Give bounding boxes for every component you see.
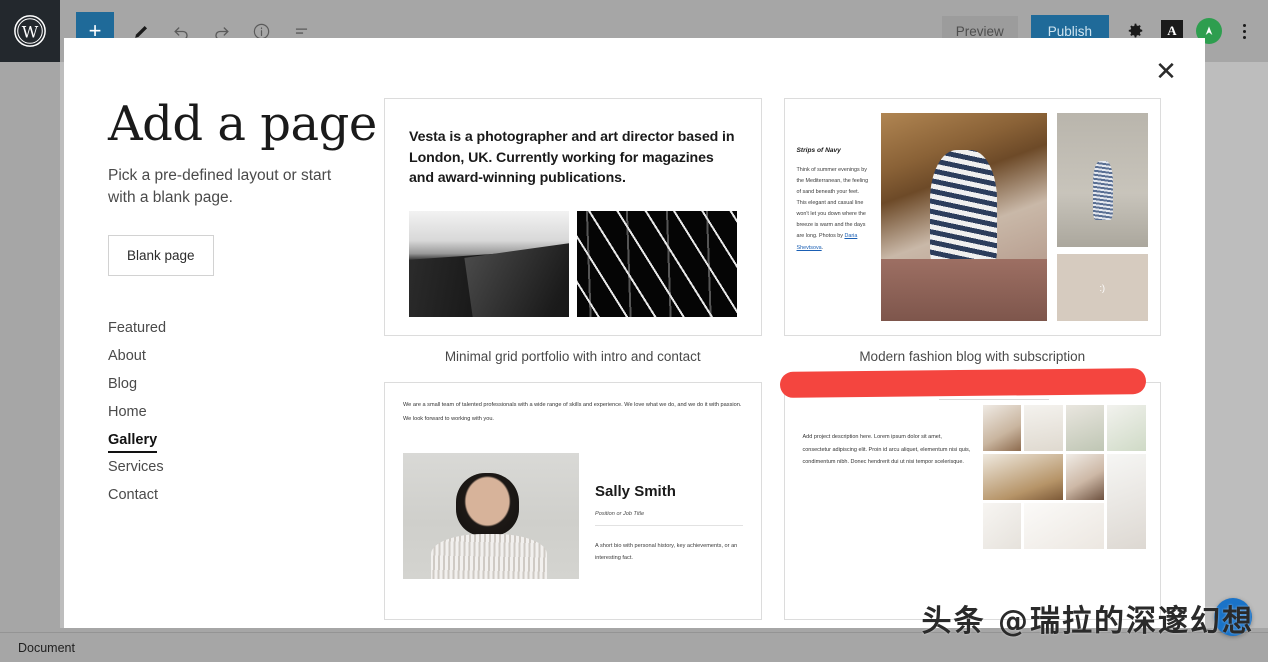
team-member-info: Sally Smith Position or Job Title A shor… [579,453,743,579]
fashion-preview: Strips of Navy Think of summer evenings … [785,99,1161,335]
grid-photo-icon [1107,405,1146,451]
template-cell: Add project description here. Lorem ipsu… [779,368,1161,628]
dune-photo-icon [409,210,569,317]
template-cell: Vesta is a photographer and art director… [384,98,762,364]
document-status-label: Document [18,640,75,655]
sidebar-item-gallery[interactable]: Gallery [108,426,158,453]
team-member-name: Sally Smith [595,482,676,500]
template-cell: Strips of Navy Think of summer evenings … [783,98,1161,364]
template-grid-column: Vesta is a photographer and art director… [384,38,1205,628]
sidebar-item-blog[interactable]: Blog [108,370,137,398]
fashion-body: Think of summer evenings by the Mediterr… [797,165,871,254]
sidebar-item-about[interactable]: About [108,342,146,370]
team-preview: We are a small team of talented professi… [385,383,761,579]
team-intro: We are a small team of talented professi… [403,402,742,422]
watermark-text: 头条 @瑞拉的深邃幻想 [921,604,1254,639]
fashion-side-photo-icon [1056,113,1148,247]
template-card-team[interactable]: We are a small team of talented professi… [384,382,762,620]
fashion-emoji-tile: :) [1056,254,1148,321]
grid-photo-icon [1065,405,1105,451]
fashion-main-photo-icon [880,113,1047,321]
project-text-column: Add project description here. Lorem ipsu… [803,405,971,549]
template-cell: We are a small team of talented professi… [384,382,762,628]
fashion-headline: Strips of Navy [796,147,841,154]
grid-photo-icon [982,503,1022,549]
add-page-modal: ✕ Add a page Pick a pre-defined layout o… [64,38,1205,628]
modal-sidebar: Add a page Pick a pre-defined layout or … [64,38,384,628]
grid-photo-icon [1065,454,1105,500]
red-annotation-stroke [779,368,1146,398]
template-caption: Modern fashion blog with subscription [859,349,1086,364]
grid-photo-icon [982,405,1022,451]
project-preview: Add project description here. Lorem ipsu… [785,383,1161,549]
close-x-icon[interactable]: ✕ [1149,54,1183,88]
divider [595,524,743,526]
grid-photo-icon [1024,503,1105,549]
fashion-side-column: :) [1056,113,1148,321]
template-card-fashion-blog[interactable]: Strips of Navy Think of summer evenings … [783,98,1161,336]
abstract-lines-photo-icon [576,210,737,317]
category-list: Featured About Blog Home Gallery Service… [108,314,384,509]
svg-text:W: W [22,23,39,42]
sidebar-item-contact[interactable]: Contact [108,481,158,509]
page-title: Add a page [108,96,377,152]
team-member-bio: A short bio with personal history, key a… [595,542,738,562]
fashion-body-text: Think of summer evenings by the Mediterr… [796,167,869,240]
category-row: Gallery [108,426,384,453]
team-member-row: Sally Smith Position or Job Title A shor… [403,452,743,579]
wordpress-logo-icon[interactable]: W [0,0,60,62]
grid-photo-icon [1107,454,1146,549]
fashion-text-column: Strips of Navy Think of summer evenings … [797,113,871,321]
kebab-menu-icon[interactable] [1235,22,1254,41]
modal-body: Add a page Pick a pre-defined layout or … [64,38,1205,628]
sidebar-item-services[interactable]: Services [108,453,164,481]
category-row: Contact [108,481,384,509]
portfolio-preview: Vesta is a photographer and art director… [385,99,761,317]
category-row: Home [108,398,384,426]
portfolio-image-row [409,210,737,317]
portfolio-headline: Vesta is a photographer and art director… [409,129,735,187]
sidebar-item-home[interactable]: Home [108,398,147,426]
category-row: Featured [108,314,384,342]
template-grid: Vesta is a photographer and art director… [384,98,1161,628]
blank-page-button[interactable]: Blank page [108,235,214,276]
modal-subtitle: Pick a pre-defined layout or start with … [108,167,332,206]
category-row: Blog [108,370,384,398]
template-caption: Minimal grid portfolio with intro and co… [444,349,701,364]
category-row: Services [108,453,384,481]
divider [939,399,1050,400]
project-photo-grid [982,405,1146,549]
grid-photo-icon [982,454,1063,500]
template-card-project[interactable]: Add project description here. Lorem ipsu… [783,382,1161,620]
team-member-position: Position or Job Title [595,510,645,517]
fashion-body-end: . [821,244,824,251]
grid-photo-icon [1024,405,1063,451]
project-description: Add project description here. Lorem ipsu… [802,434,971,466]
team-member-photo-icon [403,452,579,579]
category-row: About [108,342,384,370]
screen-root: W + Preview Publish A Document ✕ Add a p… [0,0,1268,662]
template-card-portfolio[interactable]: Vesta is a photographer and art director… [384,98,762,336]
sidebar-item-featured[interactable]: Featured [108,314,166,342]
